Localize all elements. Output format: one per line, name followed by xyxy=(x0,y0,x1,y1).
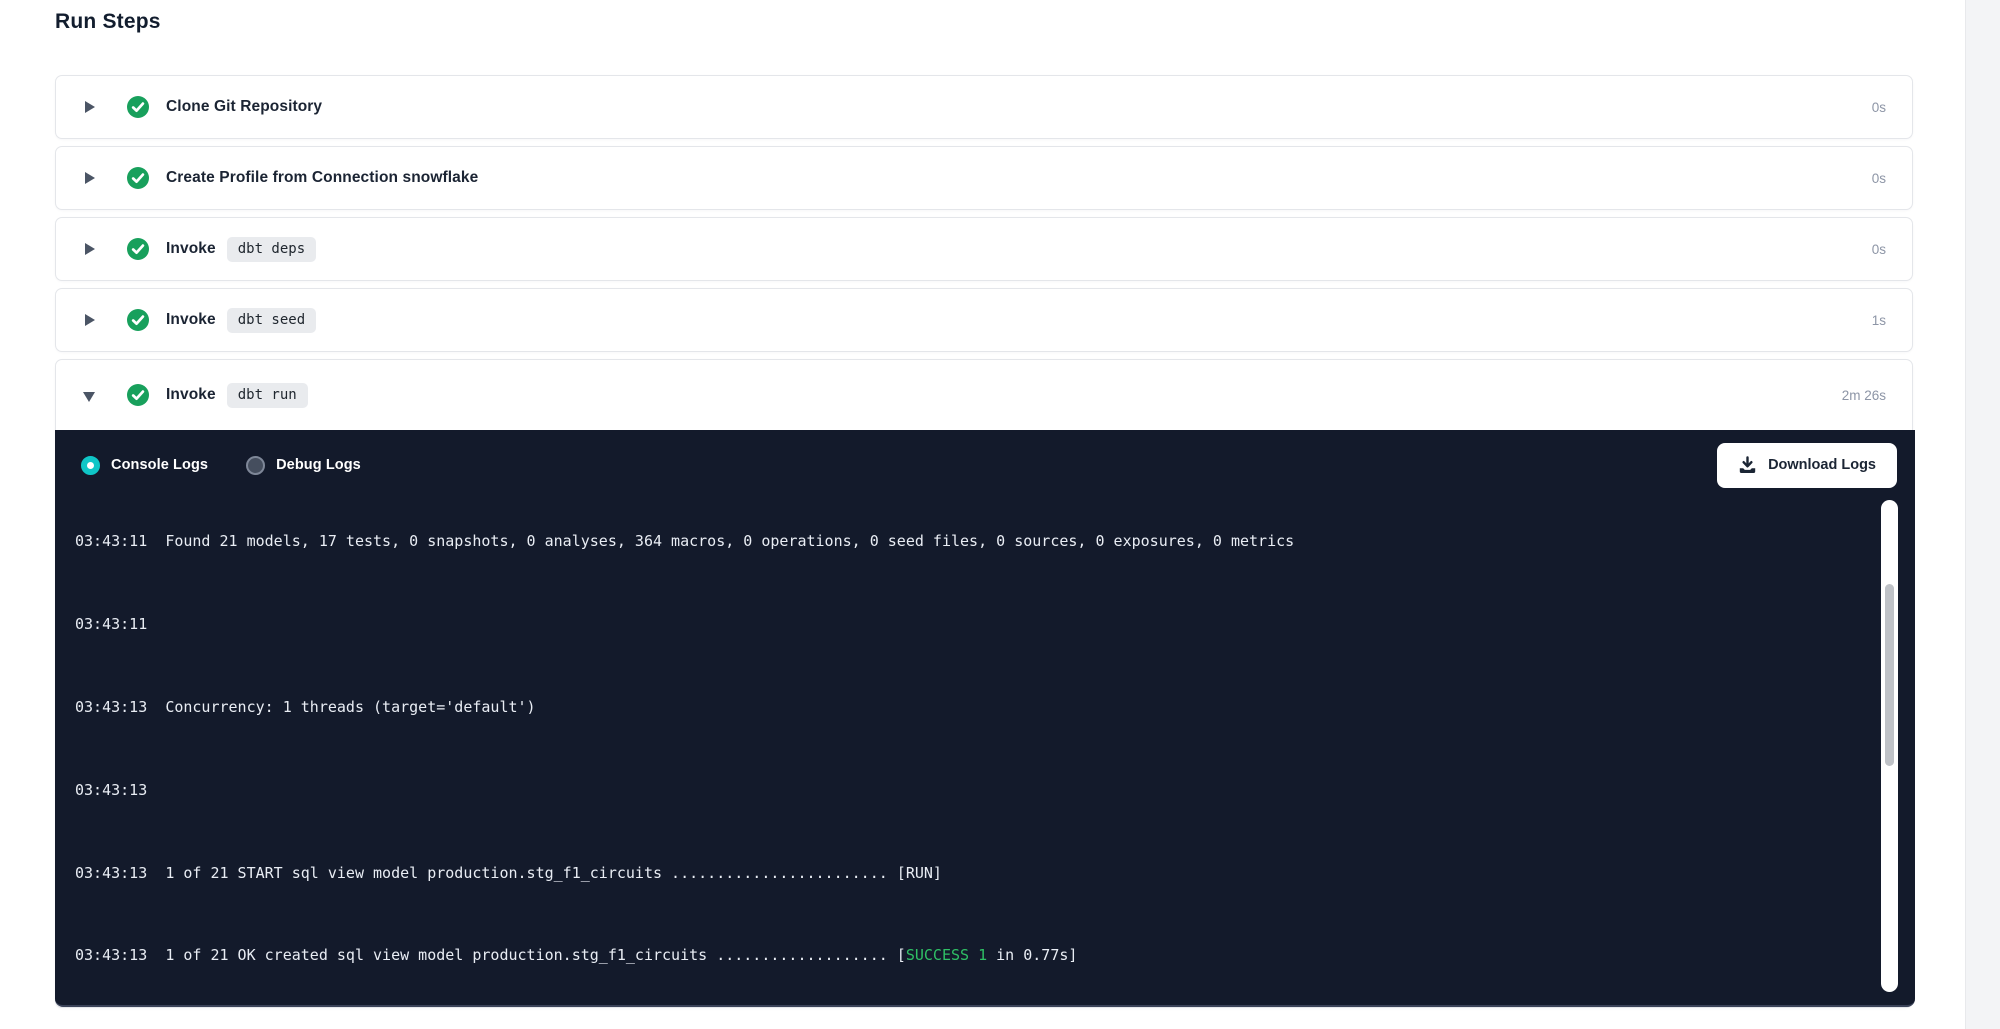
step-label: Create Profile from Connection snowflake xyxy=(166,169,478,187)
run-steps-list: Clone Git Repository 0s Create Profile f… xyxy=(55,75,1913,1015)
step-duration: 2m 26s xyxy=(1842,388,1886,403)
download-icon xyxy=(1738,456,1757,475)
log-scrollbar-thumb[interactable] xyxy=(1885,584,1894,766)
caret-right-icon[interactable] xyxy=(84,101,96,113)
log-line: 03:43:13 xyxy=(75,780,1915,801)
step-duration: 0s xyxy=(1872,100,1886,115)
console-log-output[interactable]: 03:43:11 Found 21 models, 17 tests, 0 sn… xyxy=(55,500,1915,1003)
success-check-icon xyxy=(127,96,149,118)
log-line: 03:43:13 1 of 21 START sql view model pr… xyxy=(75,863,1915,884)
caret-right-icon[interactable] xyxy=(84,314,96,326)
run-step-card[interactable]: Invoke dbt run 2m 26s Console Logs Debug… xyxy=(55,359,1913,1008)
radio-label: Debug Logs xyxy=(276,457,361,473)
log-toolbar: Console Logs Debug Logs Download Logs xyxy=(55,430,1915,500)
step-command-pill: dbt deps xyxy=(227,237,316,262)
log-panel: Console Logs Debug Logs Download Logs 03… xyxy=(55,430,1915,1007)
log-line: 03:43:13 Concurrency: 1 threads (target=… xyxy=(75,697,1915,718)
log-scrollbar[interactable] xyxy=(1881,500,1898,992)
run-step-row[interactable]: Clone Git Repository 0s xyxy=(56,76,1912,138)
log-line: 03:43:13 1 of 21 OK created sql view mod… xyxy=(75,945,1915,966)
radio-button-icon[interactable] xyxy=(81,456,100,475)
radio-button-icon[interactable] xyxy=(246,456,265,475)
step-duration: 0s xyxy=(1872,171,1886,186)
log-tab-radio[interactable]: Debug Logs xyxy=(246,456,361,475)
caret-down-icon[interactable] xyxy=(84,389,96,401)
step-label: Invoke xyxy=(166,240,216,258)
run-step-card[interactable]: Invoke dbt deps 0s xyxy=(55,217,1913,281)
step-command-pill: dbt run xyxy=(227,383,308,408)
download-logs-label: Download Logs xyxy=(1768,457,1876,473)
run-step-row[interactable]: Invoke dbt deps 0s xyxy=(56,218,1912,280)
step-label: Clone Git Repository xyxy=(166,98,322,116)
step-duration: 0s xyxy=(1872,242,1886,257)
run-step-card[interactable]: Clone Git Repository 0s xyxy=(55,75,1913,139)
download-logs-button[interactable]: Download Logs xyxy=(1717,443,1897,488)
right-gutter xyxy=(1965,0,2000,1029)
success-check-icon xyxy=(127,384,149,406)
run-step-card[interactable]: Create Profile from Connection snowflake… xyxy=(55,146,1913,210)
run-step-card[interactable]: Invoke dbt seed 1s xyxy=(55,288,1913,352)
run-step-row[interactable]: Create Profile from Connection snowflake… xyxy=(56,147,1912,209)
log-line: 03:43:11 xyxy=(75,614,1915,635)
success-check-icon xyxy=(127,309,149,331)
success-check-icon xyxy=(127,167,149,189)
radio-label: Console Logs xyxy=(111,457,208,473)
step-duration: 1s xyxy=(1872,313,1886,328)
run-step-row[interactable]: Invoke dbt run 2m 26s xyxy=(56,360,1912,430)
caret-right-icon[interactable] xyxy=(84,172,96,184)
log-lines: 03:43:11 Found 21 models, 17 tests, 0 sn… xyxy=(55,500,1915,1003)
log-tab-radio[interactable]: Console Logs xyxy=(81,456,208,475)
log-line: 03:43:11 Found 21 models, 17 tests, 0 sn… xyxy=(75,531,1915,552)
success-check-icon xyxy=(127,238,149,260)
page-title: Run Steps xyxy=(55,10,161,34)
step-label: Invoke xyxy=(166,386,216,404)
step-label: Invoke xyxy=(166,311,216,329)
run-step-row[interactable]: Invoke dbt seed 1s xyxy=(56,289,1912,351)
step-command-pill: dbt seed xyxy=(227,308,316,333)
log-type-radio-group: Console Logs Debug Logs xyxy=(81,456,399,475)
caret-right-icon[interactable] xyxy=(84,243,96,255)
